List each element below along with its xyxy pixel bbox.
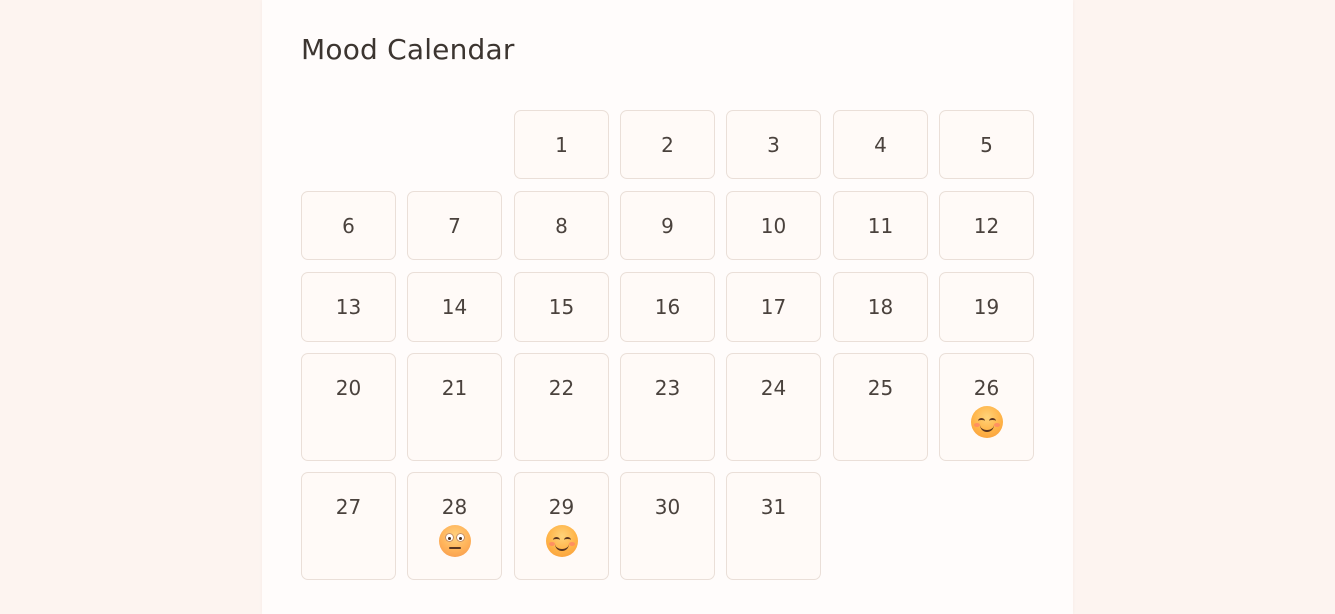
day-number: 10	[760, 213, 787, 238]
calendar-day-22[interactable]: 22	[514, 353, 609, 461]
calendar-day-7[interactable]: 7	[407, 191, 502, 260]
calendar-day-5[interactable]: 5	[939, 110, 1034, 179]
day-number: 26	[973, 376, 1000, 400]
day-number: 23	[654, 376, 681, 400]
calendar-day-2[interactable]: 2	[620, 110, 715, 179]
calendar-day-14[interactable]: 14	[407, 272, 502, 342]
calendar-day-4[interactable]: 4	[833, 110, 928, 179]
calendar-day-29[interactable]: 29	[514, 472, 609, 580]
day-number: 22	[548, 376, 575, 400]
day-number: 11	[867, 213, 894, 238]
calendar-day-11[interactable]: 11	[833, 191, 928, 260]
calendar-day-16[interactable]: 16	[620, 272, 715, 342]
calendar-day-3[interactable]: 3	[726, 110, 821, 179]
day-number: 16	[654, 295, 681, 319]
day-number: 27	[335, 495, 362, 519]
calendar-day-8[interactable]: 8	[514, 191, 609, 260]
day-number: 7	[448, 213, 461, 238]
day-number: 30	[654, 495, 681, 519]
calendar-day-19[interactable]: 19	[939, 272, 1034, 342]
smiling-face-icon	[970, 406, 1003, 438]
calendar-day-24[interactable]: 24	[726, 353, 821, 461]
calendar-day-17[interactable]: 17	[726, 272, 821, 342]
day-number: 12	[973, 213, 1000, 238]
day-number: 13	[335, 295, 362, 319]
calendar-day-26[interactable]: 26	[939, 353, 1034, 461]
calendar-day-1[interactable]: 1	[514, 110, 609, 179]
calendar-day-30[interactable]: 30	[620, 472, 715, 580]
day-number: 25	[867, 376, 894, 400]
day-number: 31	[760, 495, 787, 519]
calendar-day-23[interactable]: 23	[620, 353, 715, 461]
day-number: 21	[441, 376, 468, 400]
calendar-day-6[interactable]: 6	[301, 191, 396, 260]
day-number: 3	[767, 132, 780, 157]
day-number: 9	[661, 213, 674, 238]
day-number: 14	[441, 295, 468, 319]
day-number: 28	[441, 495, 468, 519]
calendar-day-27[interactable]: 27	[301, 472, 396, 580]
day-number: 6	[342, 213, 355, 238]
neutral-face-icon	[438, 525, 471, 557]
day-number: 8	[555, 213, 568, 238]
calendar-day-18[interactable]: 18	[833, 272, 928, 342]
day-number: 24	[760, 376, 787, 400]
calendar-day-21[interactable]: 21	[407, 353, 502, 461]
calendar-day-25[interactable]: 25	[833, 353, 928, 461]
day-number: 29	[548, 495, 575, 519]
smiling-face-icon	[545, 525, 578, 557]
calendar-day-10[interactable]: 10	[726, 191, 821, 260]
day-number: 4	[874, 132, 887, 157]
page-title: Mood Calendar	[301, 33, 515, 66]
day-number: 15	[548, 295, 575, 319]
day-number: 18	[867, 295, 894, 319]
day-number: 17	[760, 295, 787, 319]
calendar-day-9[interactable]: 9	[620, 191, 715, 260]
calendar-day-12[interactable]: 12	[939, 191, 1034, 260]
calendar-day-15[interactable]: 15	[514, 272, 609, 342]
day-number: 20	[335, 376, 362, 400]
calendar-day-13[interactable]: 13	[301, 272, 396, 342]
day-number: 5	[980, 132, 993, 157]
day-number: 19	[973, 295, 1000, 319]
day-number: 2	[661, 132, 674, 157]
calendar-day-31[interactable]: 31	[726, 472, 821, 580]
calendar-day-20[interactable]: 20	[301, 353, 396, 461]
calendar-day-28[interactable]: 28	[407, 472, 502, 580]
day-number: 1	[555, 132, 568, 157]
